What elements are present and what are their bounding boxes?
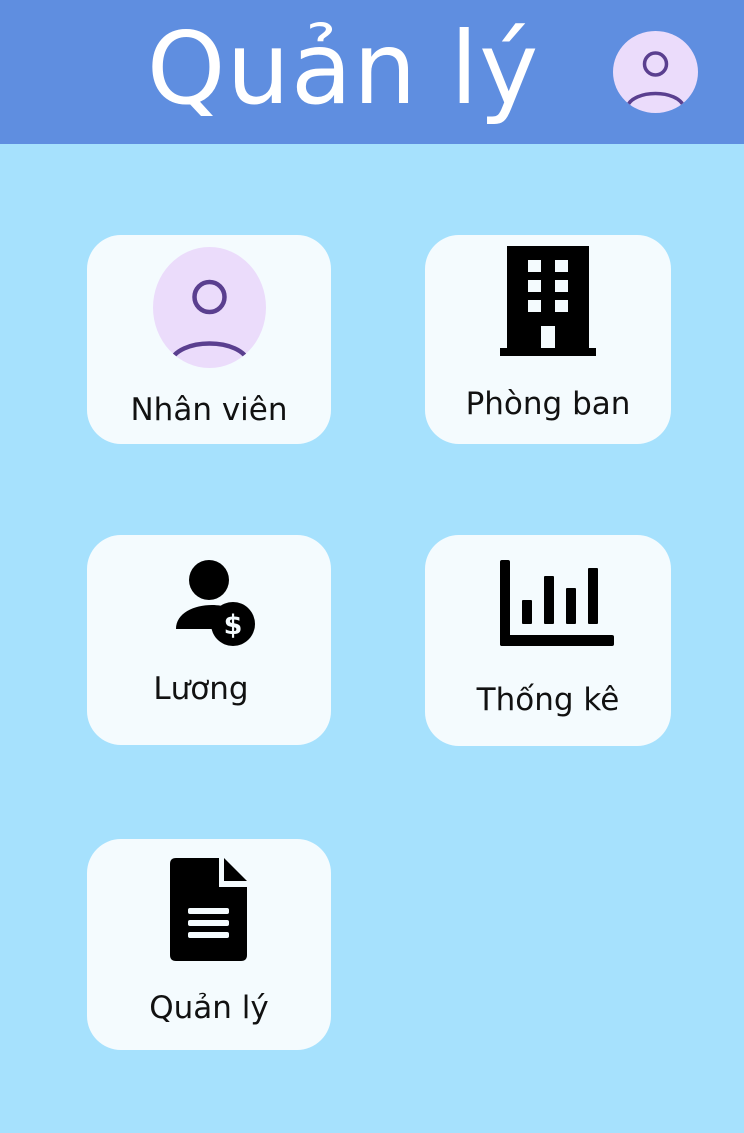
menu-card-luong[interactable]: $ Lương xyxy=(87,535,331,745)
menu-card-label: Lương xyxy=(153,671,249,707)
menu-card-thong-ke[interactable]: Thống kê xyxy=(425,535,671,746)
page-title: Quản lý xyxy=(146,10,540,127)
svg-text:$: $ xyxy=(224,610,243,641)
menu-card-label: Nhân viên xyxy=(130,392,288,428)
building-icon xyxy=(500,246,596,356)
profile-avatar-button[interactable] xyxy=(613,31,698,113)
menu-card-label: Quản lý xyxy=(149,990,269,1026)
user-avatar-icon xyxy=(153,247,266,368)
menu-card-nhan-vien[interactable]: Nhân viên xyxy=(87,235,331,444)
menu-card-quan-ly[interactable]: Quản lý xyxy=(87,839,331,1050)
menu-card-label: Phòng ban xyxy=(465,386,631,422)
user-dollar-icon: $ xyxy=(174,559,256,647)
menu-card-label: Thống kê xyxy=(476,682,620,718)
user-avatar-icon xyxy=(625,51,686,109)
document-icon xyxy=(169,858,248,962)
bar-chart-icon xyxy=(500,560,614,646)
menu-card-phong-ban[interactable]: Phòng ban xyxy=(425,235,671,444)
app-header: Quản lý xyxy=(0,0,744,144)
